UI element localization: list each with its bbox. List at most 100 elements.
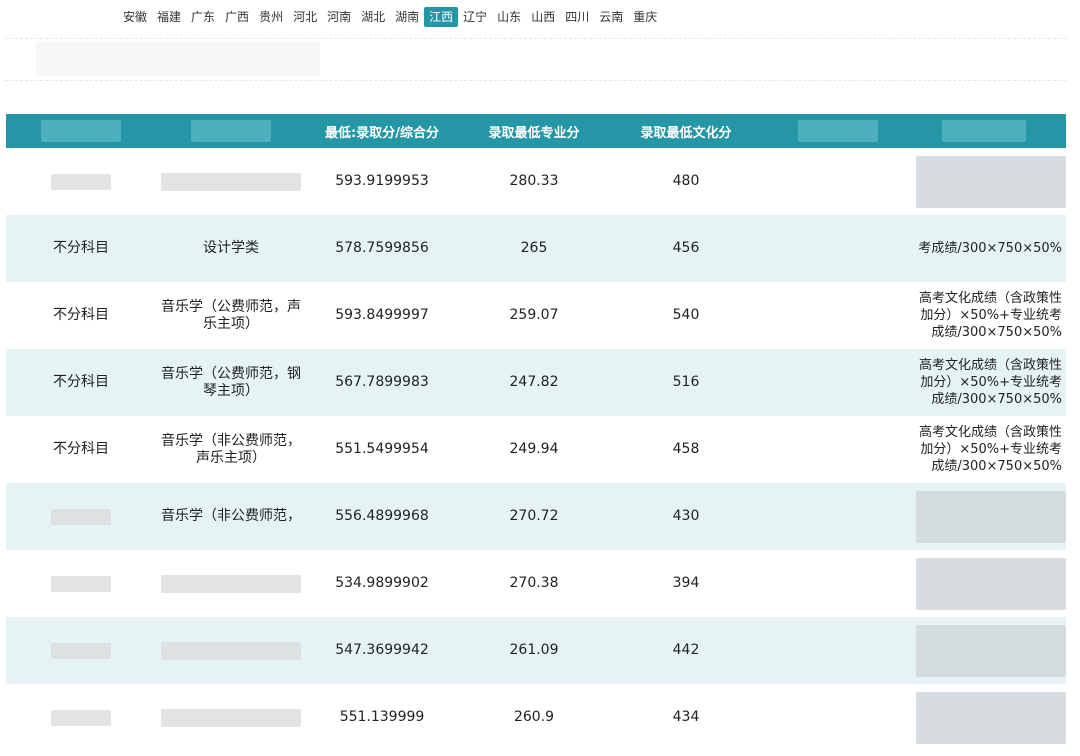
cell-major-score: 261.09: [509, 642, 559, 658]
province-tab[interactable]: 河北: [288, 7, 322, 27]
cell-formula: [914, 148, 1066, 215]
cell-major-score: 247.82: [509, 374, 559, 390]
cell-empty: [762, 483, 914, 550]
province-tab[interactable]: 山东: [492, 7, 526, 27]
table-row: 音乐学（非公费师范， 556.4899968 270.72 430: [6, 483, 1066, 550]
cell-composite: 547.3699942: [335, 642, 429, 658]
cell-composite: 593.8499997: [335, 307, 429, 323]
cell-composite: 578.7599856: [335, 240, 429, 256]
cell-empty: [762, 148, 914, 215]
province-tab[interactable]: 湖北: [356, 7, 390, 27]
table-row: 547.3699942 261.09 442: [6, 617, 1066, 684]
province-nav: 安徽 福建 广东 广西 贵州 河北 河南 湖北 湖南 江西 辽宁 山东 山西 四川 云南 重庆: [118, 6, 662, 28]
cell-major-score: 270.38: [509, 575, 559, 591]
cell-major: 音乐学（非公费师范，声乐主项）: [161, 432, 301, 466]
cell-subject: [6, 684, 156, 751]
cell-empty: [762, 684, 914, 751]
cell-composite: 534.9899902: [335, 575, 429, 591]
province-tab[interactable]: 四川: [560, 7, 594, 27]
cell-subject: [6, 148, 156, 215]
cell-empty: [762, 349, 914, 416]
cell-major: [156, 684, 306, 751]
cell-subject: 不分科目: [53, 374, 109, 390]
cell-subject: [6, 483, 156, 550]
cell-empty: [762, 215, 914, 282]
header-culture-score: 录取最低文化分: [640, 125, 732, 141]
province-tab[interactable]: 云南: [594, 7, 628, 27]
cell-empty: [762, 416, 914, 483]
cell-empty: [762, 282, 914, 349]
province-tab[interactable]: 辽宁: [458, 7, 492, 27]
cell-subject: 不分科目: [53, 307, 109, 323]
cell-empty: [762, 550, 914, 617]
header-col6: [762, 114, 914, 148]
cell-culture-score: 540: [672, 307, 700, 323]
cell-composite: 593.9199953: [335, 173, 429, 189]
header-subject: [6, 114, 156, 148]
province-tab[interactable]: 贵州: [254, 7, 288, 27]
table-row: 551.139999 260.9 434: [6, 684, 1066, 751]
cell-major: [156, 617, 306, 684]
cell-composite: 556.4899968: [335, 508, 429, 524]
table-row: 593.9199953 280.33 480: [6, 148, 1066, 215]
table-body: 593.9199953 280.33 480 不分科目 设计学类 578.7599856 2…: [6, 148, 1066, 751]
cell-major-score: 280.33: [509, 173, 559, 189]
province-tab[interactable]: 福建: [152, 7, 186, 27]
cell-subject: [6, 550, 156, 617]
cell-formula: [914, 550, 1066, 617]
cell-formula: 高考文化成绩（含政策性加分）×50%+专业统考成绩/300×750×50%: [918, 358, 1062, 407]
header-composite: 最低:录取分/综合分: [325, 125, 439, 141]
table-row: 不分科目 设计学类 578.7599856 265 456 考成绩/300×750×50%: [6, 215, 1066, 282]
province-tab[interactable]: 广东: [186, 7, 220, 27]
table-row: 不分科目 音乐学（非公费师范，声乐主项） 551.5499954 249.94 458 高…: [6, 416, 1066, 483]
province-tab[interactable]: 重庆: [628, 7, 662, 27]
cell-culture-score: 480: [672, 173, 700, 189]
province-tab[interactable]: 江西: [424, 7, 459, 27]
cell-composite: 551.139999: [339, 709, 425, 725]
cell-formula: 高考文化成绩（含政策性加分）×50%+专业统考成绩/300×750×50%: [918, 425, 1062, 474]
province-tab[interactable]: 湖南: [390, 7, 424, 27]
province-tab[interactable]: 山西: [526, 7, 560, 27]
cell-culture-score: 456: [672, 240, 700, 256]
placeholder-bar: [36, 42, 320, 76]
cell-culture-score: 430: [672, 508, 700, 524]
cell-major-score: 270.72: [509, 508, 559, 524]
cell-subject: 不分科目: [53, 240, 109, 256]
cell-major: [156, 550, 306, 617]
cell-major-score: 249.94: [509, 441, 559, 457]
header-major: [156, 114, 306, 148]
table-header: 最低:录取分/综合分 录取最低专业分 录取最低文化分: [6, 114, 1066, 148]
table-row: 不分科目 音乐学（公费师范，钢琴主项） 567.7899983 247.82 516 高考…: [6, 349, 1066, 416]
cell-culture-score: 434: [672, 709, 700, 725]
cell-major: 音乐学（公费师范，钢琴主项）: [161, 365, 301, 399]
admission-score-table: 最低:录取分/综合分 录取最低专业分 录取最低文化分 593.9199953 28…: [6, 114, 1066, 751]
header-major-score: 录取最低专业分: [488, 125, 580, 141]
header-formula: [914, 114, 1066, 148]
cell-major-score: 259.07: [509, 307, 559, 323]
cell-culture-score: 394: [672, 575, 700, 591]
cell-major-score: 260.9: [513, 709, 555, 725]
cell-subject: 不分科目: [53, 441, 109, 457]
cell-empty: [762, 617, 914, 684]
cell-major: 音乐学（非公费师范，: [161, 508, 301, 524]
divider: [5, 80, 1066, 81]
divider: [5, 38, 1066, 39]
cell-major: [156, 148, 306, 215]
province-tab[interactable]: 河南: [322, 7, 356, 27]
cell-major: 设计学类: [203, 240, 259, 256]
cell-composite: 567.7899983: [335, 374, 429, 390]
table-row: 534.9899902 270.38 394: [6, 550, 1066, 617]
cell-formula: [914, 684, 1066, 751]
province-tab[interactable]: 广西: [220, 7, 254, 27]
cell-formula: [914, 483, 1066, 550]
cell-formula: 考成绩/300×750×50%: [918, 241, 1062, 256]
cell-formula: 高考文化成绩（含政策性加分）×50%+专业统考成绩/300×750×50%: [918, 291, 1062, 340]
table-row: 不分科目 音乐学（公费师范，声乐主项） 593.8499997 259.07 540 高考…: [6, 282, 1066, 349]
cell-culture-score: 442: [672, 642, 700, 658]
province-tab[interactable]: 安徽: [118, 7, 152, 27]
cell-major-score: 265: [520, 240, 548, 256]
cell-subject: [6, 617, 156, 684]
cell-composite: 551.5499954: [335, 441, 429, 457]
cell-major: 音乐学（公费师范，声乐主项）: [161, 298, 301, 332]
cell-culture-score: 458: [672, 441, 700, 457]
